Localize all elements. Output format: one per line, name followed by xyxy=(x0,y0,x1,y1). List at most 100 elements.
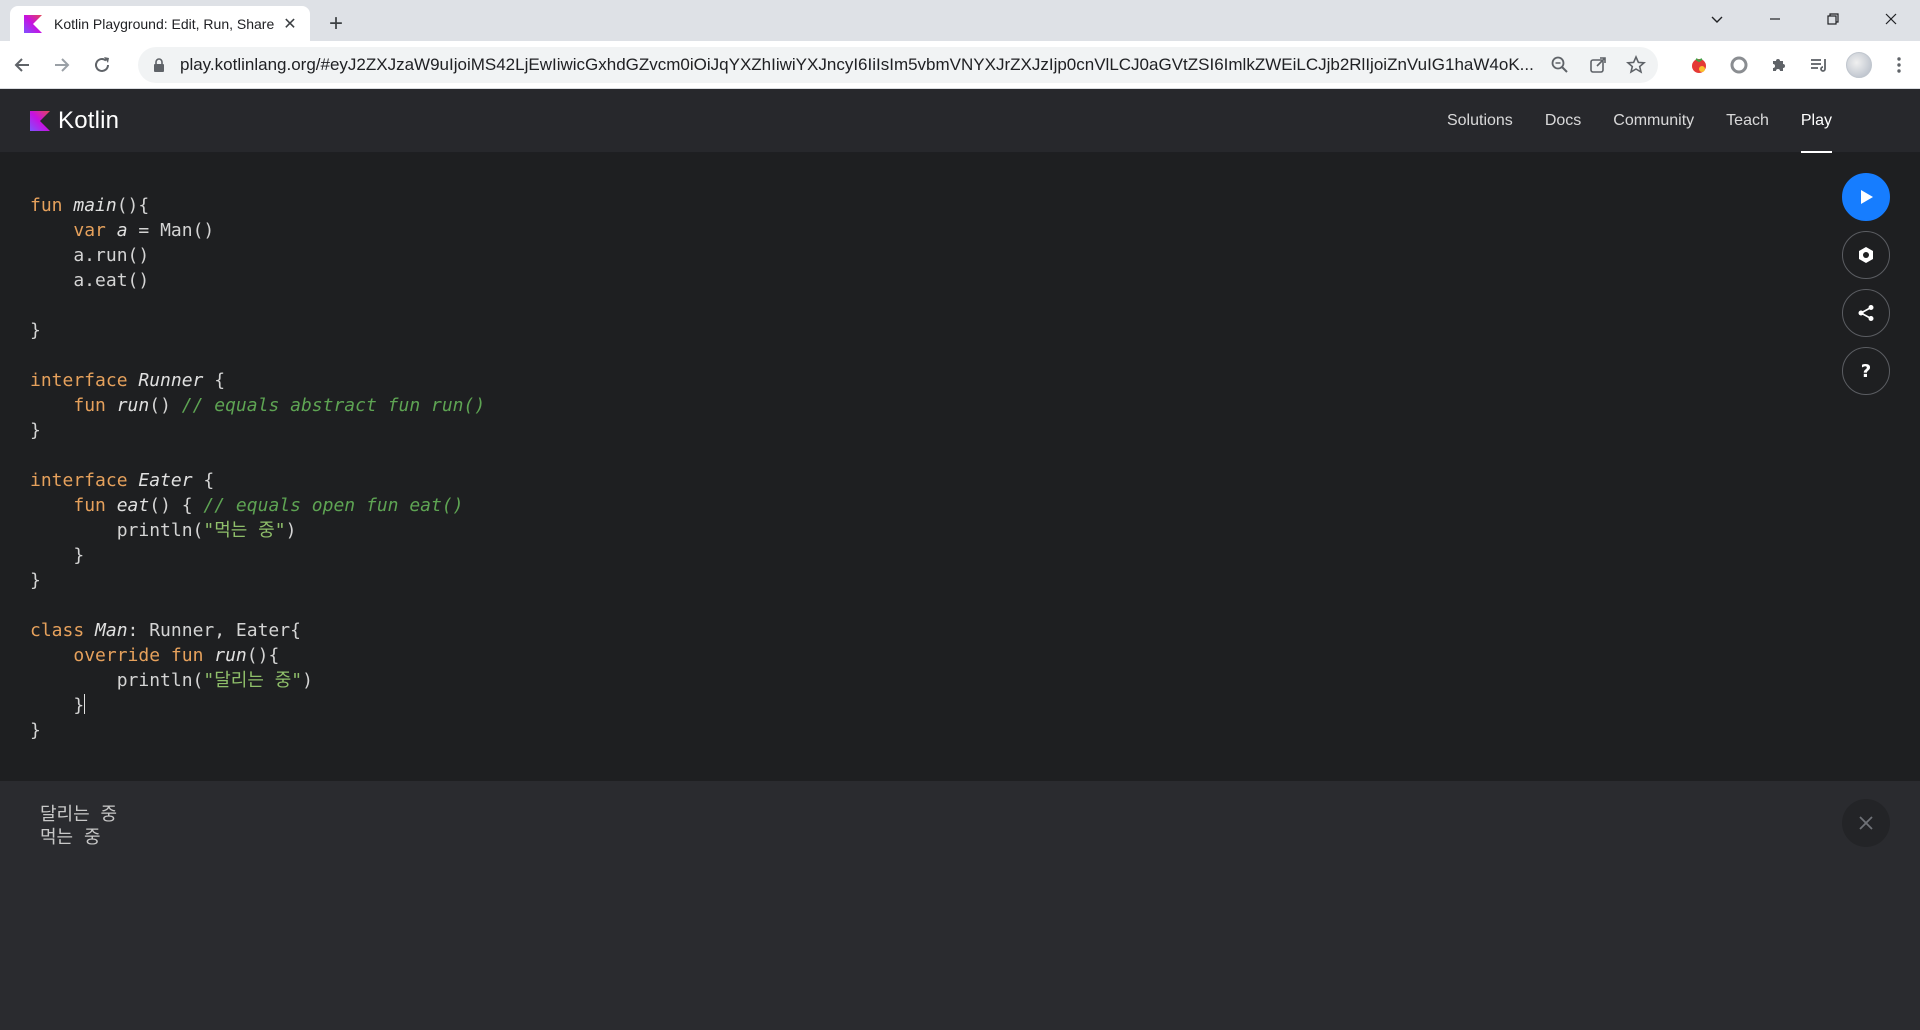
code-line[interactable]: println("먹는 중") xyxy=(30,518,485,543)
extension-tomato-icon[interactable] xyxy=(1686,52,1712,78)
code-line[interactable]: override fun run(){ xyxy=(30,643,485,668)
code-token: ) xyxy=(285,520,297,541)
run-button[interactable] xyxy=(1842,173,1890,221)
code-line[interactable]: } xyxy=(30,543,485,568)
code-token: run xyxy=(116,395,150,416)
code-token: } xyxy=(30,720,41,741)
code-token: interface xyxy=(30,370,139,391)
code-token: fun xyxy=(30,195,74,216)
code-line[interactable]: } xyxy=(30,718,485,743)
url-text[interactable]: play.kotlinlang.org/#eyJ2ZXJzaW9uIjoiMS4… xyxy=(180,55,1536,75)
new-tab-icon[interactable]: + xyxy=(322,10,350,38)
code-token: { xyxy=(203,370,226,391)
browser-menu-icon[interactable] xyxy=(1886,52,1912,78)
nav-community[interactable]: Community xyxy=(1613,89,1694,153)
code-line[interactable]: interface Runner { xyxy=(30,368,485,393)
brand-name: Kotlin xyxy=(58,107,120,134)
code-line[interactable]: a.eat() xyxy=(30,268,485,293)
code-token: () { xyxy=(149,495,204,516)
code-token: Eater xyxy=(138,470,193,491)
code-token: "달리는 중" xyxy=(203,670,303,691)
profile-avatar[interactable] xyxy=(1846,52,1872,78)
site-nav: Solutions Docs Community Teach Play xyxy=(1447,89,1833,153)
editor-tools: ? xyxy=(1842,173,1890,395)
code-token: override fun xyxy=(73,645,215,666)
reading-list-icon[interactable] xyxy=(1806,52,1832,78)
nav-teach[interactable]: Teach xyxy=(1726,89,1769,153)
code-token: Man xyxy=(95,620,128,641)
code-token: () xyxy=(149,395,182,416)
code-line[interactable]: interface Eater { xyxy=(30,468,485,493)
extensions-puzzle-icon[interactable] xyxy=(1766,52,1792,78)
restore-icon[interactable] xyxy=(1804,0,1862,38)
code-token: eat xyxy=(116,495,150,516)
close-icon xyxy=(1859,816,1873,830)
back-icon[interactable] xyxy=(4,47,40,83)
code-line[interactable]: println("달리는 중") xyxy=(30,668,485,693)
tab-title: Kotlin Playground: Edit, Run, Share Kotl… xyxy=(54,15,274,32)
code-token: a xyxy=(116,220,128,241)
code-area[interactable]: fun main(){ var a = Man() a.run() a.eat(… xyxy=(30,193,485,743)
code-token: } xyxy=(30,420,41,441)
nav-play[interactable]: Play xyxy=(1800,89,1833,153)
hexagon-settings-icon xyxy=(1859,247,1873,263)
code-token: { xyxy=(192,470,215,491)
code-line[interactable]: a.run() xyxy=(30,243,485,268)
extension-circle-icon[interactable] xyxy=(1726,52,1752,78)
code-token: a.run() xyxy=(30,245,150,266)
reload-icon[interactable] xyxy=(84,47,120,83)
code-token: (){ xyxy=(116,195,150,216)
lock-icon[interactable] xyxy=(152,58,166,72)
share-page-icon[interactable] xyxy=(1588,55,1608,75)
share-code-button[interactable] xyxy=(1842,289,1890,337)
forward-icon[interactable] xyxy=(44,47,80,83)
tab-search-icon[interactable] xyxy=(1688,0,1746,38)
code-line[interactable]: } xyxy=(30,568,485,593)
browser-tabstrip: Kotlin Playground: Edit, Run, Share Kotl… xyxy=(0,0,1920,41)
code-line[interactable] xyxy=(30,293,485,318)
browser-toolbar: play.kotlinlang.org/#eyJ2ZXJzaW9uIjoiMS4… xyxy=(0,41,1920,89)
tab-close-icon[interactable]: ✕ xyxy=(280,14,300,34)
code-token: Runner xyxy=(138,370,204,391)
window-controls xyxy=(1688,0,1920,38)
code-token: = Man() xyxy=(127,220,215,241)
address-bar[interactable]: play.kotlinlang.org/#eyJ2ZXJzaW9uIjoiMS4… xyxy=(138,47,1658,83)
star-icon[interactable] xyxy=(1626,55,1646,75)
code-token: } xyxy=(30,545,85,566)
code-line[interactable]: var a = Man() xyxy=(30,218,485,243)
browser-tab[interactable]: Kotlin Playground: Edit, Run, Share Kotl… xyxy=(10,6,310,41)
nav-solutions[interactable]: Solutions xyxy=(1447,89,1513,153)
code-line[interactable] xyxy=(30,343,485,368)
text-cursor xyxy=(84,694,86,714)
minimize-icon[interactable] xyxy=(1746,0,1804,38)
question-icon: ? xyxy=(1860,360,1872,382)
code-line[interactable]: fun run() // equals abstract fun run() xyxy=(30,393,485,418)
code-line[interactable]: class Man: Runner, Eater{ xyxy=(30,618,485,643)
code-token: // equals abstract fun run() xyxy=(181,395,486,416)
code-line[interactable]: fun main(){ xyxy=(30,193,485,218)
play-icon xyxy=(1861,190,1873,204)
code-line[interactable] xyxy=(30,593,485,618)
close-output-button[interactable] xyxy=(1842,799,1890,847)
code-editor[interactable]: fun main(){ var a = Man() a.run() a.eat(… xyxy=(0,153,1920,781)
settings-button[interactable] xyxy=(1842,231,1890,279)
output-panel: 달리는 중 먹는 중 xyxy=(0,781,1920,1030)
nav-docs[interactable]: Docs xyxy=(1545,89,1581,153)
code-token: run xyxy=(214,645,247,666)
code-line[interactable]: } xyxy=(30,693,485,718)
code-token: "먹는 중" xyxy=(203,520,286,541)
code-token: } xyxy=(30,695,85,716)
code-token: } xyxy=(30,320,41,341)
close-window-icon[interactable] xyxy=(1862,0,1920,38)
code-token: interface xyxy=(30,470,139,491)
code-line[interactable]: } xyxy=(30,418,485,443)
code-line[interactable]: fun eat() { // equals open fun eat() xyxy=(30,493,485,518)
code-line[interactable]: } xyxy=(30,318,485,343)
code-line[interactable] xyxy=(30,443,485,468)
help-button[interactable]: ? xyxy=(1842,347,1890,395)
zoom-icon[interactable] xyxy=(1550,55,1570,75)
kotlin-brand[interactable]: Kotlin xyxy=(30,107,119,135)
